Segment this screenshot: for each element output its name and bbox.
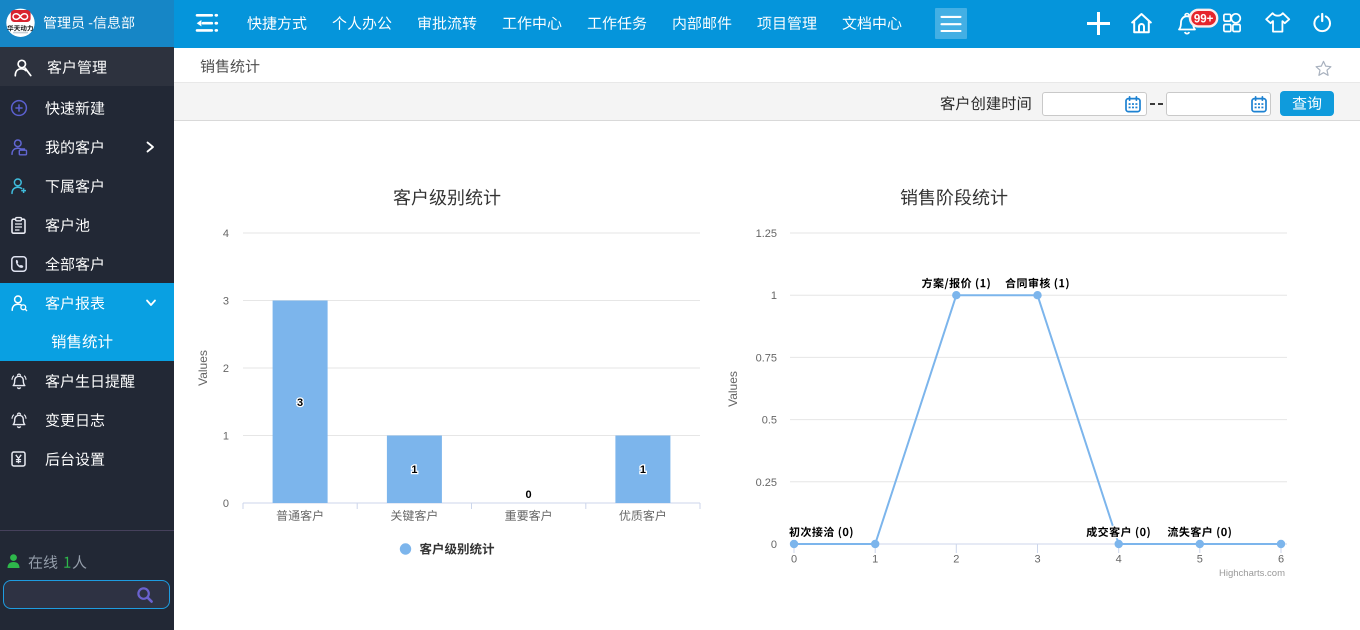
svg-text:4: 4: [223, 228, 229, 240]
svg-text:0.75: 0.75: [756, 352, 777, 364]
svg-text:Highcharts.com: Highcharts.com: [1219, 568, 1285, 579]
svg-text:1: 1: [411, 464, 417, 476]
svg-text:3: 3: [223, 296, 229, 308]
svg-text:1: 1: [872, 554, 878, 566]
svg-text:0.5: 0.5: [762, 415, 777, 427]
svg-text:2: 2: [223, 363, 229, 375]
svg-text:1: 1: [640, 464, 646, 476]
svg-text:1: 1: [223, 431, 229, 443]
svg-text:0.25: 0.25: [756, 477, 777, 489]
svg-text:Values: Values: [196, 350, 210, 386]
svg-text:1.25: 1.25: [756, 228, 777, 240]
svg-text:4: 4: [1116, 554, 1122, 566]
svg-text:0: 0: [771, 539, 777, 551]
svg-text:0: 0: [223, 498, 229, 510]
svg-text:2: 2: [953, 554, 959, 566]
svg-text:Values: Values: [726, 371, 740, 407]
svg-text:3: 3: [297, 397, 303, 409]
svg-text:1: 1: [771, 290, 777, 302]
svg-text:5: 5: [1197, 554, 1203, 566]
svg-text:0: 0: [526, 489, 532, 501]
svg-text:6: 6: [1278, 554, 1284, 566]
svg-text:3: 3: [1034, 554, 1040, 566]
svg-text:0: 0: [791, 554, 797, 566]
